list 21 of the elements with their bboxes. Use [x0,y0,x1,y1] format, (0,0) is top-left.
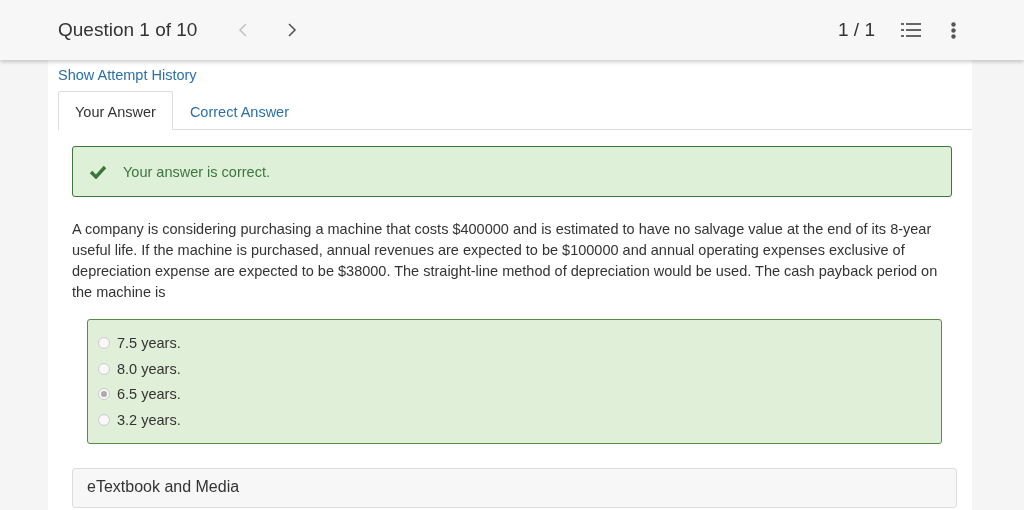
choice-label: 7.5 years. [117,335,181,352]
answer-tab[interactable]: Your Answer [58,91,173,130]
chevron-right-icon [288,23,298,37]
answer-tab[interactable]: Correct Answer [172,91,306,130]
question-counter: Question 1 of 10 [58,19,198,41]
radio-button[interactable] [98,388,110,401]
feedback-message: Your answer is correct. [123,163,270,180]
attempt-history-link[interactable]: Show Attempt History [58,67,197,83]
choice-label: 3.2 years. [117,411,181,428]
chevron-left-icon [239,23,249,37]
more-options-icon[interactable] [951,21,956,39]
radio-button[interactable] [98,337,110,350]
choice-label: 8.0 years. [117,360,181,377]
radio-button[interactable] [98,413,110,426]
radio-button[interactable] [98,362,110,375]
question-text: A company is considering purchasing a machine that costs $400000 and is estimated to have no salvage value at the end of its 8-year useful life. If the machine is purchased, annual revenues are expected to be $100000 and annual operating expenses exclusive of depreciation expense are expected to be $38000. The straight-line method of depreciation would be used. The cash payback period on the machine is [72,220,939,302]
media-panel-title[interactable]: eTextbook and Media [87,478,240,495]
numbered-list-icon[interactable] [901,22,921,38]
checkmark-icon [89,164,107,179]
choice-label: 6.5 years. [117,386,181,403]
page-counter: 1 / 1 [838,19,875,41]
